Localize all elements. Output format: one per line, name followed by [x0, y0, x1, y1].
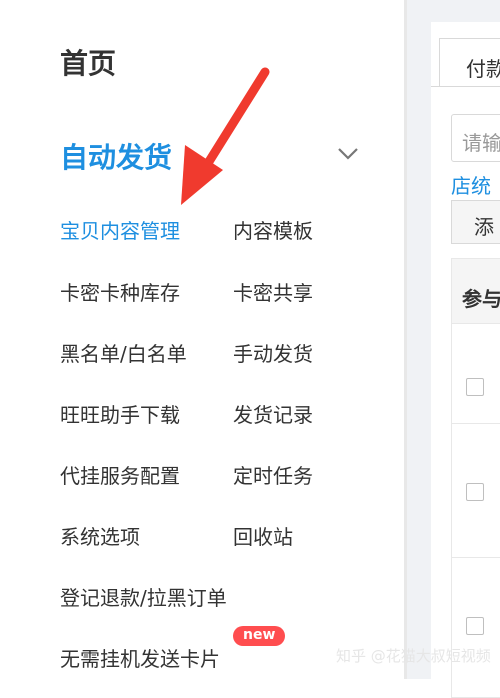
shop-link[interactable]: 店统 [451, 170, 491, 199]
sidebar-item-manual-delivery[interactable]: 手动发货 [233, 338, 313, 367]
sidebar-home[interactable]: 首页 [60, 42, 116, 82]
search-input[interactable]: 请输 [451, 114, 500, 162]
content-card: 付款 请输 店统 添 参与 [431, 22, 500, 698]
row-checkbox[interactable] [466, 378, 484, 396]
sidebar-item-item-content[interactable]: 宝贝内容管理 [60, 215, 180, 244]
add-button[interactable]: 添 [451, 200, 500, 244]
sidebar-item-content-template[interactable]: 内容模板 [233, 215, 313, 244]
sidebar-item-recycle-bin[interactable]: 回收站 [233, 521, 293, 550]
sidebar-item-card-inventory[interactable]: 卡密卡种库存 [60, 277, 180, 306]
sidebar-item-delivery-records[interactable]: 发货记录 [233, 399, 313, 428]
watermark: 知乎 @花猫大叔短视频 [336, 647, 491, 665]
sidebar-item-system-options[interactable]: 系统选项 [60, 521, 140, 550]
table-row [451, 558, 500, 698]
sidebar-item-refund-block[interactable]: 登记退款/拉黑订单 [60, 582, 227, 611]
table-row [451, 424, 500, 558]
row-checkbox[interactable] [466, 483, 484, 501]
sidebar-item-blacklist-whitelist[interactable]: 黑名单/白名单 [60, 338, 187, 367]
table-row [451, 324, 500, 424]
sidebar-item-send-card-no-hosting[interactable]: 无需挂机发送卡片 [60, 643, 220, 672]
table-header: 参与 [451, 258, 500, 324]
sidebar-item-hosting-config[interactable]: 代挂服务配置 [60, 460, 180, 489]
row-checkbox[interactable] [466, 617, 484, 635]
new-badge: new [233, 626, 286, 646]
sidebar-item-card-share[interactable]: 卡密共享 [233, 277, 313, 306]
sidebar-item-scheduled-tasks[interactable]: 定时任务 [233, 460, 313, 489]
tab-underline [431, 86, 500, 87]
main-panel: 付款 请输 店统 添 参与 [407, 0, 500, 698]
sidebar-item-wangwang-download[interactable]: 旺旺助手下载 [60, 399, 180, 428]
sidebar: 首页 自动发货 宝贝内容管理 内容模板 卡密卡种库存 卡密共享 黑名单/白名单 … [0, 0, 404, 679]
sidebar-section-auto-delivery[interactable]: 自动发货 [60, 136, 172, 176]
chevron-down-icon[interactable] [336, 142, 360, 166]
tab-payment[interactable]: 付款 [439, 38, 500, 86]
